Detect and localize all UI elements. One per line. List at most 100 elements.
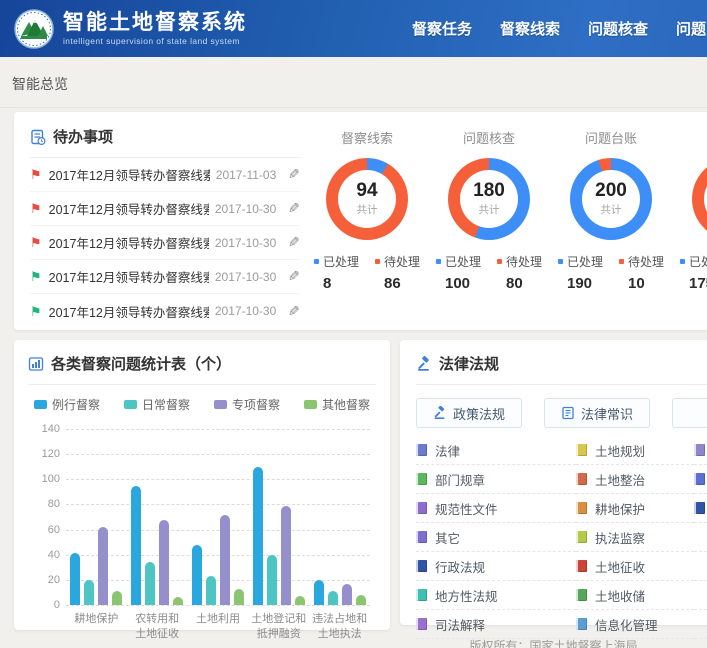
footer-copyright: 版权所有：国家土地督察上海局: [400, 637, 707, 648]
chart-legend-item[interactable]: 例行督察: [34, 396, 100, 413]
todo-item-date: 2017-10-30: [215, 236, 276, 250]
donut-chart-title: 督察线索: [306, 128, 428, 147]
law-link-label: 部门规章: [435, 470, 485, 489]
bar: [98, 527, 108, 605]
edit-pencil-icon[interactable]: ✎: [288, 268, 300, 285]
law-link[interactable]: [694, 436, 707, 465]
y-axis-tick-label: 0: [30, 599, 60, 611]
law-link[interactable]: 部门规章: [416, 465, 576, 494]
donut-center: 200共计: [582, 170, 640, 228]
x-axis-category-label: 土地登记和 抵押融资: [248, 612, 309, 642]
bar: [314, 580, 324, 605]
bar-chart-title: 各类督察问题统计表（个）: [51, 353, 231, 374]
todo-item-date: 2017-10-30: [215, 270, 276, 284]
donut-legend-value: 86: [375, 275, 420, 292]
donut-legend-value: 10: [619, 275, 664, 292]
app-logo: 智能土地督察系统 intelligent supervision of stat…: [14, 9, 247, 49]
nav-item-4[interactable]: 问题台账: [676, 18, 707, 39]
todo-item[interactable]: ⚑2017年12月领导转办督察线索2017-10-30✎: [30, 260, 300, 294]
chart-legend-item[interactable]: 日常督察: [124, 396, 190, 413]
law-link[interactable]: 地方性法规: [416, 581, 576, 610]
law-button-政策法规[interactable]: 政策法规: [416, 398, 522, 428]
bar: [131, 486, 141, 605]
bar: [192, 545, 202, 605]
law-link[interactable]: [694, 494, 707, 523]
chart-legend-label: 其他督察: [322, 396, 370, 413]
edit-pencil-icon[interactable]: ✎: [288, 303, 300, 320]
law-link[interactable]: 行政法规: [416, 552, 576, 581]
todo-item[interactable]: ⚑2017年12月领导转办督察线索2017-10-30✎: [30, 226, 300, 260]
bar-group: [314, 580, 366, 605]
law-button-法律常识[interactable]: 法律常识: [544, 398, 650, 428]
book-icon: [416, 560, 427, 572]
donut-chart: 督察任务共计已处理175待处理: [672, 128, 707, 330]
chart-legend-item[interactable]: 其他督察: [304, 396, 370, 413]
donut-total-label: 共计: [601, 202, 622, 217]
donut-total-label: 共计: [479, 202, 500, 217]
law-link[interactable]: 土地规划: [576, 436, 694, 465]
donut-center: 94共计: [338, 170, 396, 228]
bar-chart-icon: [28, 356, 44, 372]
nav-item-1[interactable]: 督察任务: [412, 18, 472, 39]
book-icon: [561, 406, 575, 420]
legend-dot-icon: [680, 259, 685, 264]
todo-panel-header: 待办事项: [30, 126, 300, 158]
chart-legend-item[interactable]: 专项督察: [214, 396, 280, 413]
todo-list: ⚑2017年12月领导转办督察线索2017-11-03✎⚑2017年12月领导转…: [30, 158, 306, 328]
law-panel-header: 法律法规: [416, 353, 707, 385]
overview-card: 待办事项 ⚑2017年12月领导转办督察线索2017-11-03✎⚑2017年1…: [14, 112, 707, 330]
law-link[interactable]: 土地收储: [576, 581, 694, 610]
bar: [295, 596, 305, 605]
law-link-label: 地方性法规: [435, 586, 498, 605]
law-panel: 法律法规 政策法规法律常识 法律 土地规划部门规章 土地整治规范性文件耕地保护其它执…: [400, 340, 707, 625]
todo-item[interactable]: ⚑2017年12月领导转办督察线索2017-11-03✎: [30, 158, 300, 192]
law-link[interactable]: 耕地保护: [576, 494, 694, 523]
bar: [267, 555, 277, 605]
flag-icon: ⚑: [30, 236, 42, 249]
legend-dot-icon: [558, 259, 563, 264]
law-link[interactable]: 执法监察: [576, 523, 694, 552]
law-link[interactable]: 土地征收: [576, 552, 694, 581]
donut-ring: 94共计: [326, 158, 408, 240]
bar-chart-plot: 020406080100120140: [66, 429, 370, 605]
law-buttons: 政策法规法律常识: [416, 398, 707, 428]
edit-pencil-icon[interactable]: ✎: [288, 166, 300, 183]
law-panel-title: 法律法规: [439, 353, 499, 374]
bar: [159, 520, 169, 605]
donut-legend-value: 190: [558, 275, 603, 292]
law-link-label: 法律: [435, 441, 460, 460]
law-link-label: 行政法规: [435, 557, 485, 576]
law-link[interactable]: 司法解释: [416, 610, 576, 639]
nav-item-2[interactable]: 督察线索: [500, 18, 560, 39]
law-link[interactable]: [694, 465, 707, 494]
donut-stats: 督察线索94共计已处理8待处理86问题核查180共计已处理100待处理80问题台…: [306, 112, 707, 330]
law-link-label: 土地规划: [595, 441, 645, 460]
bar: [220, 515, 230, 606]
nav-item-3[interactable]: 问题核查: [588, 18, 648, 39]
todo-item[interactable]: ⚑2017年12月领导转办督察线索2017-10-30✎: [30, 294, 300, 328]
law-grid-empty-cell: [694, 552, 707, 581]
donut-legend-processed: 已处理190: [558, 253, 603, 292]
donut-legend: 已处理8待处理86: [306, 253, 428, 292]
law-link[interactable]: 土地整治: [576, 465, 694, 494]
law-link[interactable]: 信息化管理: [576, 610, 694, 639]
donut-ring: 180共计: [448, 158, 530, 240]
law-link-label: 土地整治: [595, 470, 645, 489]
law-link[interactable]: 法律: [416, 436, 576, 465]
gavel-icon: [416, 356, 432, 372]
book-icon: [694, 444, 705, 456]
edit-pencil-icon[interactable]: ✎: [288, 200, 300, 217]
todo-item[interactable]: ⚑2017年12月领导转办督察线索2017-10-30✎: [30, 192, 300, 226]
law-button-cutoff[interactable]: [672, 398, 707, 428]
todo-panel: 待办事项 ⚑2017年12月领导转办督察线索2017-11-03✎⚑2017年1…: [14, 112, 306, 330]
law-link[interactable]: 其它: [416, 523, 576, 552]
todo-list-icon: [30, 129, 46, 145]
edit-pencil-icon[interactable]: ✎: [288, 234, 300, 251]
donut-legend-processed: 已处理175: [680, 253, 707, 292]
gridline: [66, 605, 370, 606]
book-icon: [576, 473, 587, 485]
book-icon: [694, 502, 705, 514]
donut-legend-pending: 待处理10: [619, 253, 664, 292]
law-link[interactable]: 规范性文件: [416, 494, 576, 523]
donut-ring: 共计: [692, 158, 707, 240]
